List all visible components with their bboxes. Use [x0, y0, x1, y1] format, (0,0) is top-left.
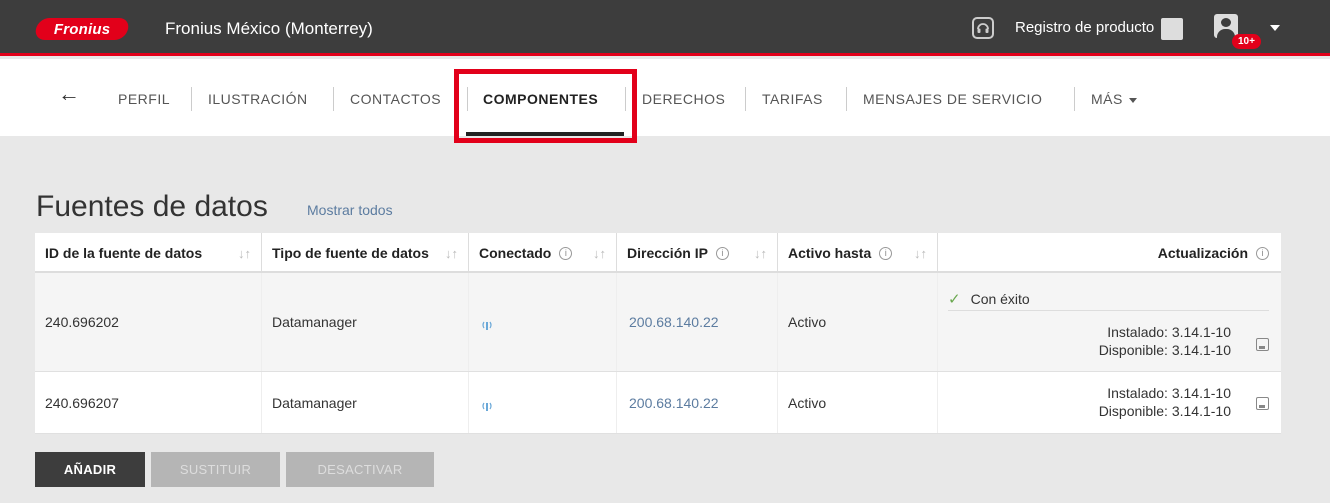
update-status: ✓ Con éxito — [948, 287, 1269, 311]
cell-type: Datamanager — [262, 273, 469, 371]
back-arrow-icon[interactable]: ← — [58, 81, 80, 107]
tab-mas[interactable]: MÁS — [1091, 91, 1137, 107]
table-header: ID de la fuente de datos ↓↑ Tipo de fuent… — [35, 233, 1281, 273]
cell-type: Datamanager — [262, 372, 469, 433]
cell-active: Activo — [778, 372, 938, 433]
highlight-box — [454, 69, 637, 143]
available-version: Disponible: 3.14.1-10 — [1098, 403, 1231, 419]
cell-ip[interactable]: 200.68.140.22 — [617, 273, 778, 371]
tab-tarifas[interactable]: TARIFAS — [762, 91, 823, 107]
table-row[interactable]: 240.696202 Datamanager 200.68.140.22 Act… — [35, 273, 1281, 372]
tab-mensajes-de-servicio[interactable]: MENSAJES DE SERVICIO — [863, 91, 1042, 107]
update-status-label: Con éxito — [970, 290, 1030, 307]
tab-separator — [333, 87, 334, 111]
cell-id: 240.696207 — [35, 372, 262, 433]
deactivate-button[interactable]: DESACTIVAR — [286, 452, 434, 487]
data-sources-table: ID de la fuente de datos ↓↑ Tipo de fuent… — [35, 233, 1281, 434]
info-icon[interactable]: i — [715, 246, 729, 260]
logo-text: Fronius — [53, 20, 111, 38]
tab-separator — [191, 87, 192, 111]
tab-contactos[interactable]: CONTACTOS — [350, 91, 441, 107]
sort-icon[interactable]: ↓↑ — [445, 246, 458, 261]
tab-separator — [846, 87, 847, 111]
info-icon[interactable]: i — [1256, 246, 1269, 260]
add-button[interactable]: AÑADIR — [35, 452, 145, 487]
cell-id: 240.696202 — [35, 273, 262, 371]
column-header-connected[interactable]: Conectado i ↓↑ — [469, 233, 617, 273]
sort-icon[interactable]: ↓↑ — [754, 246, 767, 261]
product-registration-link[interactable]: Registro de producto — [1015, 19, 1154, 36]
installed-version: Instalado: 3.14.1-10 — [1107, 324, 1231, 340]
column-header-label: Activo hasta — [788, 245, 872, 261]
save-icon[interactable] — [1256, 397, 1269, 410]
tab-perfil[interactable]: PERFIL — [118, 91, 170, 107]
save-icon[interactable] — [1256, 338, 1269, 351]
cell-ip[interactable]: 200.68.140.22 — [617, 372, 778, 433]
cell-active: Activo — [778, 273, 938, 371]
tab-mas-label: MÁS — [1091, 91, 1123, 107]
tabs-bar: ← PERFIL ILUSTRACIÓN CONTACTOS COMPONENT… — [0, 59, 1330, 136]
firmware-versions: Instalado: 3.14.1-10 Disponible: 3.14.1-… — [1099, 384, 1231, 420]
show-all-link[interactable]: Mostrar todos — [307, 202, 393, 218]
sort-icon[interactable]: ↓↑ — [238, 246, 251, 261]
firmware-versions: Instalado: 3.14.1-10 Disponible: 3.14.1-… — [1099, 323, 1231, 359]
column-header-label: Conectado — [479, 245, 552, 261]
site-title[interactable]: Fronius México (Monterrey) — [165, 19, 373, 39]
page-title: Fuentes de datos — [36, 190, 268, 223]
column-header-ip[interactable]: Dirección IP i ↓↑ — [617, 233, 778, 273]
tab-separator — [745, 87, 746, 111]
user-menu-caret-icon[interactable] — [1270, 25, 1280, 31]
tab-ilustracion[interactable]: ILUSTRACIÓN — [208, 91, 308, 107]
fronius-logo[interactable]: Fronius — [33, 18, 131, 40]
column-header-update: Actualización i — [938, 233, 1281, 273]
top-bar: Fronius Fronius México (Monterrey) Regis… — [0, 0, 1330, 56]
connected-signal-icon — [481, 398, 493, 411]
sort-icon[interactable]: ↓↑ — [593, 246, 606, 261]
installed-version: Instalado: 3.14.1-10 — [1107, 385, 1231, 401]
tab-derechos[interactable]: DERECHOS — [642, 91, 725, 107]
cell-connected — [469, 372, 617, 433]
product-registration-icon[interactable] — [1161, 18, 1183, 40]
info-icon[interactable]: i — [879, 246, 893, 260]
column-header-label: Tipo de fuente de datos — [272, 245, 429, 261]
column-header-id[interactable]: ID de la fuente de datos ↓↑ — [35, 233, 262, 273]
cell-update: ✓ Con éxito Instalado: 3.14.1-10 Disponib… — [938, 273, 1281, 371]
notification-badge: 10+ — [1232, 34, 1261, 49]
column-header-label: Actualización — [1157, 245, 1248, 261]
tab-separator — [1074, 87, 1075, 111]
connected-signal-icon — [481, 317, 493, 330]
support-headset-icon[interactable] — [972, 17, 994, 39]
check-icon: ✓ — [948, 290, 961, 308]
table-row[interactable]: 240.696207 Datamanager 200.68.140.22 Act… — [35, 372, 1281, 434]
chevron-down-icon — [1128, 97, 1137, 103]
column-header-type[interactable]: Tipo de fuente de datos ↓↑ — [262, 233, 469, 273]
column-header-active-until[interactable]: Activo hasta i ↓↑ — [778, 233, 938, 273]
column-header-label: ID de la fuente de datos — [45, 245, 203, 261]
info-icon[interactable]: i — [559, 246, 573, 260]
column-header-label: Dirección IP — [627, 245, 708, 261]
cell-connected — [469, 273, 617, 371]
sort-icon[interactable]: ↓↑ — [914, 246, 927, 261]
cell-update: Instalado: 3.14.1-10 Disponible: 3.14.1-… — [938, 372, 1281, 433]
available-version: Disponible: 3.14.1-10 — [1098, 342, 1231, 358]
replace-button[interactable]: SUSTITUIR — [151, 452, 280, 487]
